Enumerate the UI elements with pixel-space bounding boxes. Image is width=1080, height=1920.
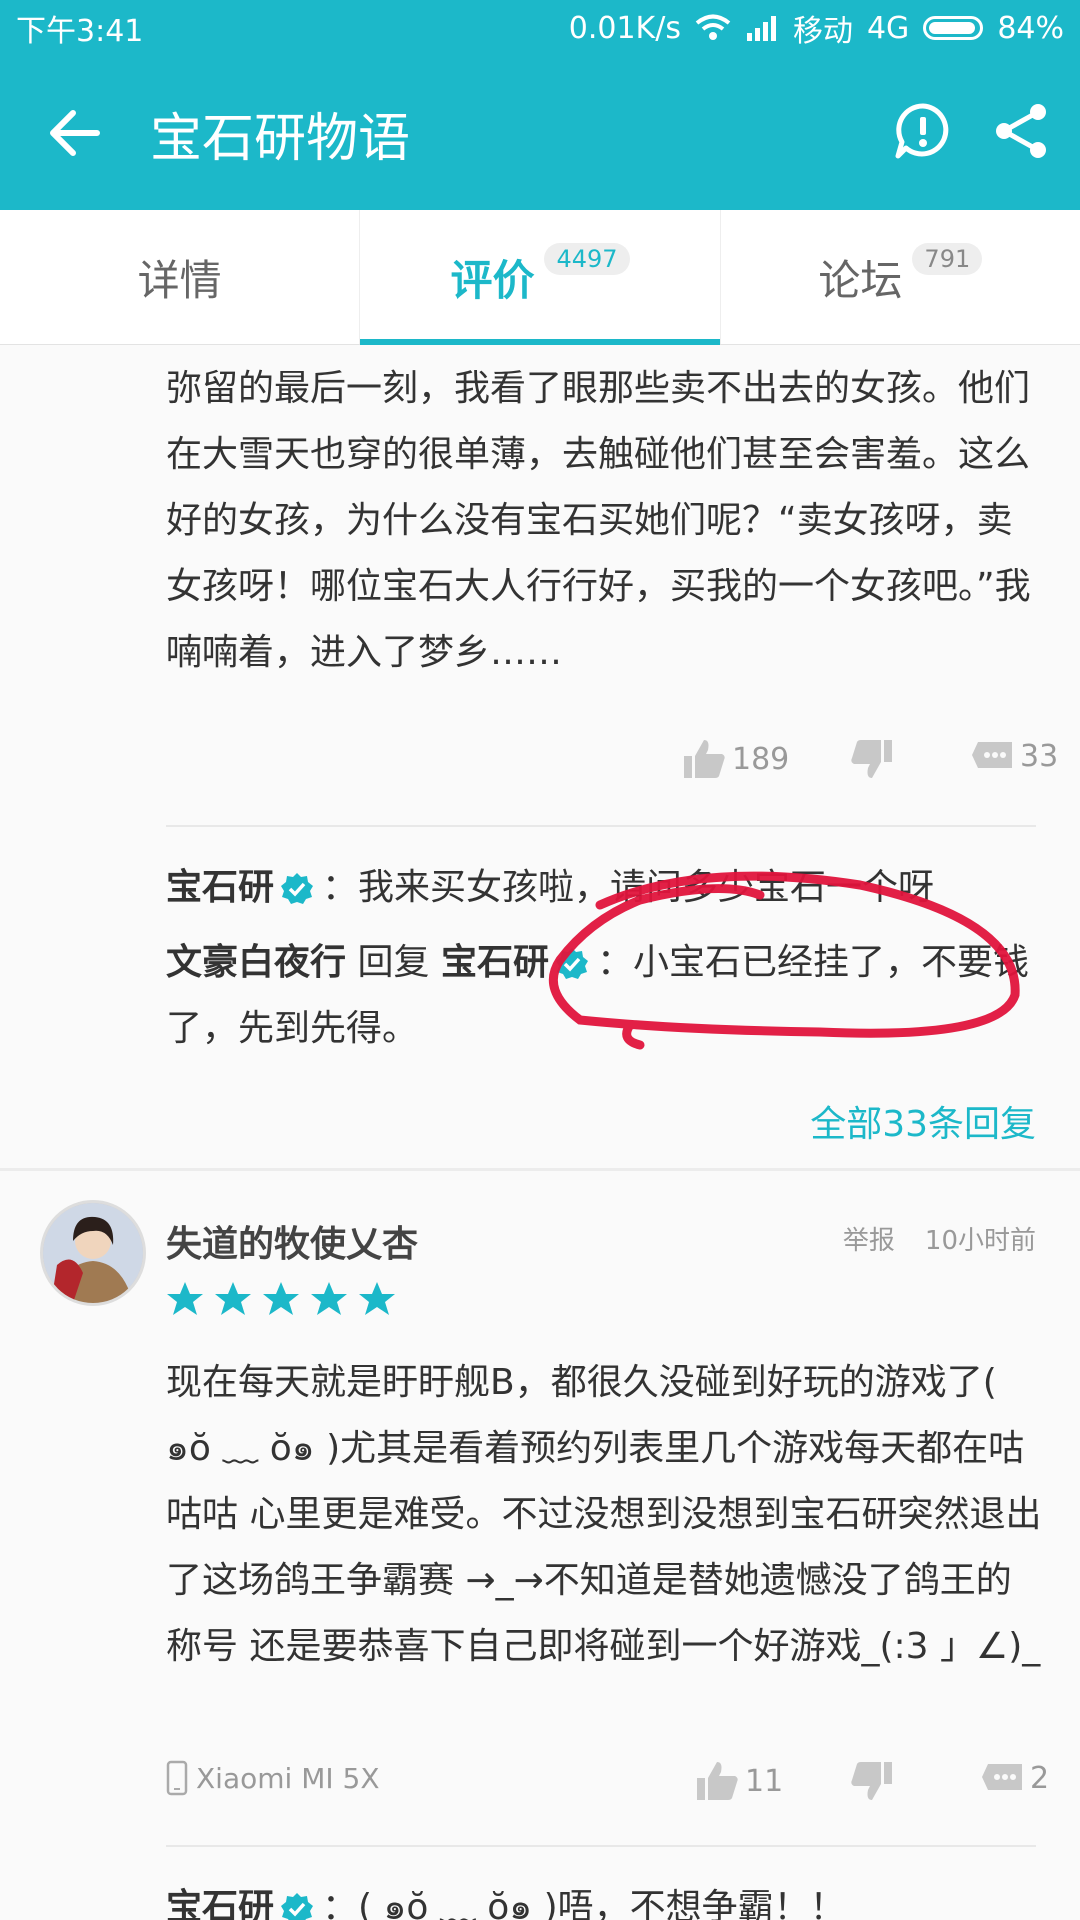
verified-icon [281,873,314,904]
tab-reviews-count: 4497 [544,243,630,275]
thumb-down-icon [851,1762,892,1800]
page-title: 宝石研物语 [150,108,411,169]
review-meta: 举报 10小时前 [843,1220,1036,1257]
review-actions: 189 33 [0,738,1080,798]
app-bar: 宝石研物语 [0,56,1080,210]
all-replies-link[interactable]: 全部33条回复 [810,1095,1036,1147]
battery-icon [923,16,984,40]
comment-count: 2 [1030,1760,1050,1796]
comment-button[interactable]: 33 [970,738,1058,774]
review-actions: 11 2 [0,1760,1080,1820]
status-bar: 下午3:41 0.01K/s 移动 4G 84% [0,0,1080,56]
reply-author[interactable]: 宝石研 [166,867,274,908]
reply-item[interactable]: 宝石研 ：我来买女孩啦，请问多少宝石一个呀 [166,855,1046,921]
report-link[interactable]: 举报 [843,1220,895,1257]
tab-details[interactable]: 详情 [0,210,361,344]
avatar[interactable] [40,1200,146,1306]
review-list[interactable]: 天亮之中，我什么也看不到，因为我快要挂了。在我 弥留的最后一刻，我看了眼那些卖不… [0,320,1080,1920]
tab-forum-label: 论坛 [818,255,903,305]
signal-icon [746,16,776,41]
dislike-button[interactable] [850,1760,894,1802]
reply-author[interactable]: 宝石研 [166,1887,274,1920]
back-arrow-icon [50,110,100,156]
verified-icon [555,948,588,979]
like-button[interactable]: 189 [682,738,789,780]
reply-item[interactable]: 宝石研 ：( ๑ŏ ﹏ ŏ๑ )唔，不想争霸！！ [166,1875,1046,1920]
review-text: 弥留的最后一刻，我看了眼那些卖不出去的女孩。他们在大雪天也穿的很单薄，去触碰他们… [166,368,1031,673]
status-time: 下午3:41 [16,14,144,49]
divider [166,1845,1036,1847]
tab-forum[interactable]: 论坛 791 [721,210,1080,344]
tab-reviews[interactable]: 评价 4497 [360,210,721,345]
review-author[interactable]: 失道的牧使乂杏 [166,1215,418,1267]
avatar-image [43,1203,143,1303]
thumb-up-icon [684,740,725,778]
status-indicators: 0.01K/s 移动 4G 84% [569,6,1064,50]
review-time: 10小时前 [924,1226,1036,1256]
tab-bar: 详情 评价 4497 论坛 791 [0,210,1080,345]
tab-details-label: 详情 [137,255,222,305]
rating-stars [166,1280,396,1318]
report-icon [895,103,949,159]
like-count: 11 [745,1763,784,1799]
reply-author[interactable]: 文豪白夜行 [166,942,346,983]
star-icon [167,1282,203,1315]
comment-count: 33 [1020,738,1059,774]
reply-word: 回复 [357,942,430,983]
dislike-button[interactable] [850,738,894,780]
tab-reviews-label: 评价 [450,255,535,305]
report-button[interactable] [894,102,952,164]
comment-button[interactable]: 2 [980,1760,1049,1796]
comment-icon [972,742,1012,768]
star-icon [359,1282,395,1315]
battery-percent: 84% [997,10,1064,46]
reply-target[interactable]: 宝石研 [441,942,549,983]
thumb-up-icon [697,1762,738,1800]
star-icon [263,1282,299,1315]
share-icon [996,104,1046,158]
reply-item[interactable]: 文豪白夜行 回复 宝石研 ：小宝石已经挂了，不要钱了，先到先得。 [166,930,1046,1062]
tab-forum-count: 791 [912,243,983,275]
network-speed: 0.01K/s [568,10,681,46]
verified-icon [281,1893,314,1920]
reply-text: ：我来买女孩啦，请问多少宝石一个呀 [322,867,935,908]
like-button[interactable]: 11 [695,1760,783,1802]
review-text: 现在每天就是盱盱舰B，都很久没碰到好玩的游戏了( ๑ŏ ﹏ ŏ๑ )尤其是看着预… [166,1362,1042,1667]
share-button[interactable] [992,102,1050,164]
network-type: 4G [866,10,910,46]
wifi-icon [695,14,731,40]
thumb-down-icon [851,740,892,778]
comment-icon [982,1764,1022,1790]
reply-text: ：( ๑ŏ ﹏ ŏ๑ )唔，不想争霸！！ [322,1887,846,1920]
carrier-name: 移动 [792,14,853,49]
back-button[interactable] [0,109,150,157]
star-icon [215,1282,251,1315]
star-icon [311,1282,347,1315]
like-count: 189 [732,741,790,777]
divider [166,825,1036,827]
app-bar-actions [894,102,1080,164]
section-divider [0,1168,1080,1171]
